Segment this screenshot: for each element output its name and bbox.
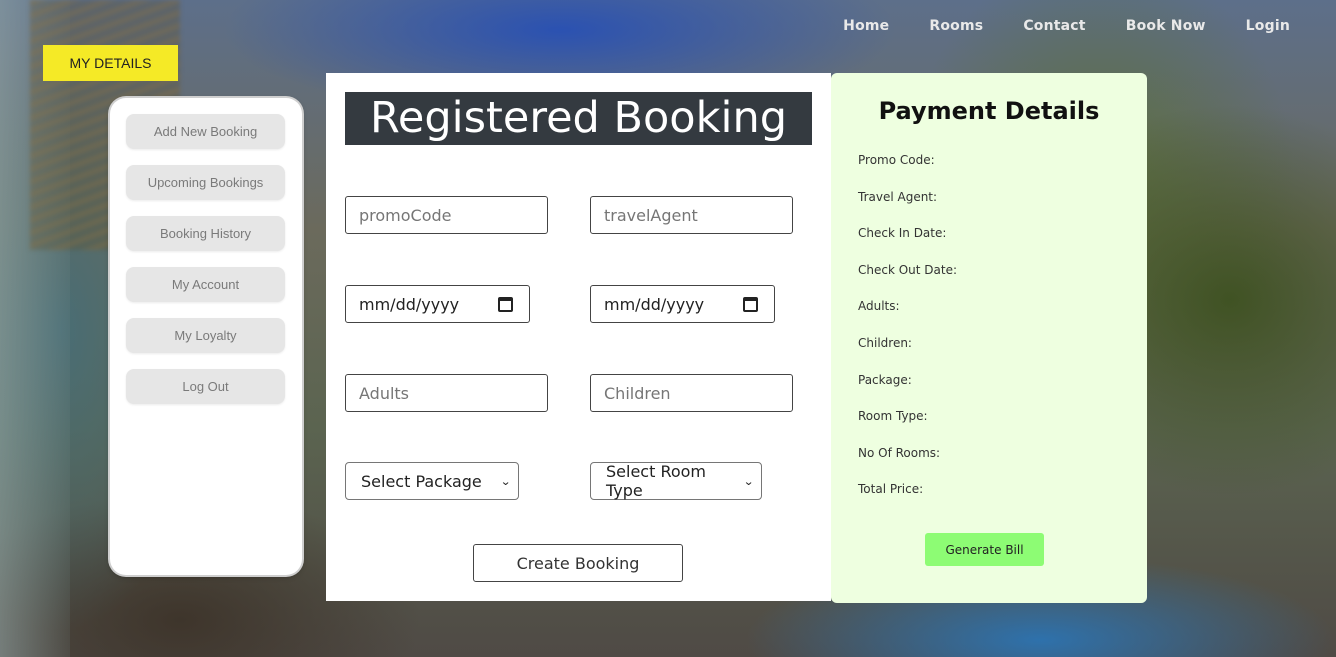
nav-book-now-link[interactable]: Book Now <box>1126 18 1206 34</box>
room-type-select[interactable]: Select Room Type ⌄ <box>590 462 762 500</box>
package-select-value: Select Package <box>361 471 482 491</box>
payment-field-promo-code: Promo Code: <box>858 153 935 167</box>
payment-field-children: Children: <box>858 335 912 350</box>
calendar-icon[interactable] <box>498 296 513 312</box>
payment-field-list: Promo Code: Travel Agent: Check In Date:… <box>858 153 957 519</box>
room-type-select-value: Select Room Type <box>606 462 707 500</box>
account-sidebar: Add New Booking Upcoming Bookings Bookin… <box>110 98 302 575</box>
booking-title: Registered Booking <box>345 92 812 145</box>
payment-field-package: Package: <box>858 372 912 387</box>
booking-form-panel: Registered Booking promoCode travelAgent… <box>326 73 831 601</box>
check-out-date-input[interactable]: mm/dd/yyyy <box>590 285 775 323</box>
package-select[interactable]: Select Package ⌄ <box>345 462 519 500</box>
travel-agent-placeholder: travelAgent <box>604 205 698 225</box>
sidebar-item-my-loyalty[interactable]: My Loyalty <box>126 318 285 353</box>
travel-agent-input[interactable]: travelAgent <box>590 196 793 234</box>
payment-field-total-price: Total Price: <box>858 482 924 497</box>
sidebar-item-add-new-booking[interactable]: Add New Booking <box>126 114 285 149</box>
nav-contact-link[interactable]: Contact <box>1023 18 1085 34</box>
payment-field-room-type: Room Type: <box>858 409 928 424</box>
chevron-down-icon: ⌄ <box>742 474 754 488</box>
payment-field-no-of-rooms: No Of Rooms: <box>858 445 941 460</box>
children-input[interactable]: Children <box>590 374 793 412</box>
check-in-date-input[interactable]: mm/dd/yyyy <box>345 285 530 323</box>
promo-code-input[interactable]: promoCode <box>345 196 548 234</box>
payment-field-travel-agent: Travel Agent: <box>858 189 938 204</box>
chevron-down-icon: ⌄ <box>499 474 511 488</box>
promo-code-placeholder: promoCode <box>359 205 452 225</box>
nav-home-link[interactable]: Home <box>843 18 889 34</box>
sidebar-item-upcoming-bookings[interactable]: Upcoming Bookings <box>126 165 285 200</box>
sidebar-item-log-out[interactable]: Log Out <box>126 369 285 404</box>
nav-rooms-link[interactable]: Rooms <box>929 18 983 34</box>
adults-input[interactable]: Adults <box>345 374 548 412</box>
generate-bill-button[interactable]: Generate Bill <box>925 533 1044 566</box>
payment-details-panel: Payment Details Promo Code: Travel Agent… <box>831 73 1147 603</box>
top-nav: Home Rooms Contact Book Now Login <box>803 18 1290 34</box>
sidebar-item-my-account[interactable]: My Account <box>126 267 285 302</box>
check-in-date-placeholder: mm/dd/yyyy <box>359 294 460 314</box>
children-placeholder: Children <box>604 383 671 403</box>
nav-login-link[interactable]: Login <box>1246 18 1290 34</box>
my-details-button[interactable]: MY DETAILS <box>43 45 178 81</box>
create-booking-button[interactable]: Create Booking <box>473 544 683 582</box>
payment-field-adults: Adults: <box>858 299 900 314</box>
calendar-icon[interactable] <box>743 296 758 312</box>
check-out-date-placeholder: mm/dd/yyyy <box>604 294 705 314</box>
payment-field-check-in-date: Check In Date: <box>858 226 947 241</box>
sidebar-item-booking-history[interactable]: Booking History <box>126 216 285 251</box>
payment-title: Payment Details <box>878 97 1100 125</box>
adults-placeholder: Adults <box>359 383 410 403</box>
payment-field-check-out-date: Check Out Date: <box>858 262 958 277</box>
